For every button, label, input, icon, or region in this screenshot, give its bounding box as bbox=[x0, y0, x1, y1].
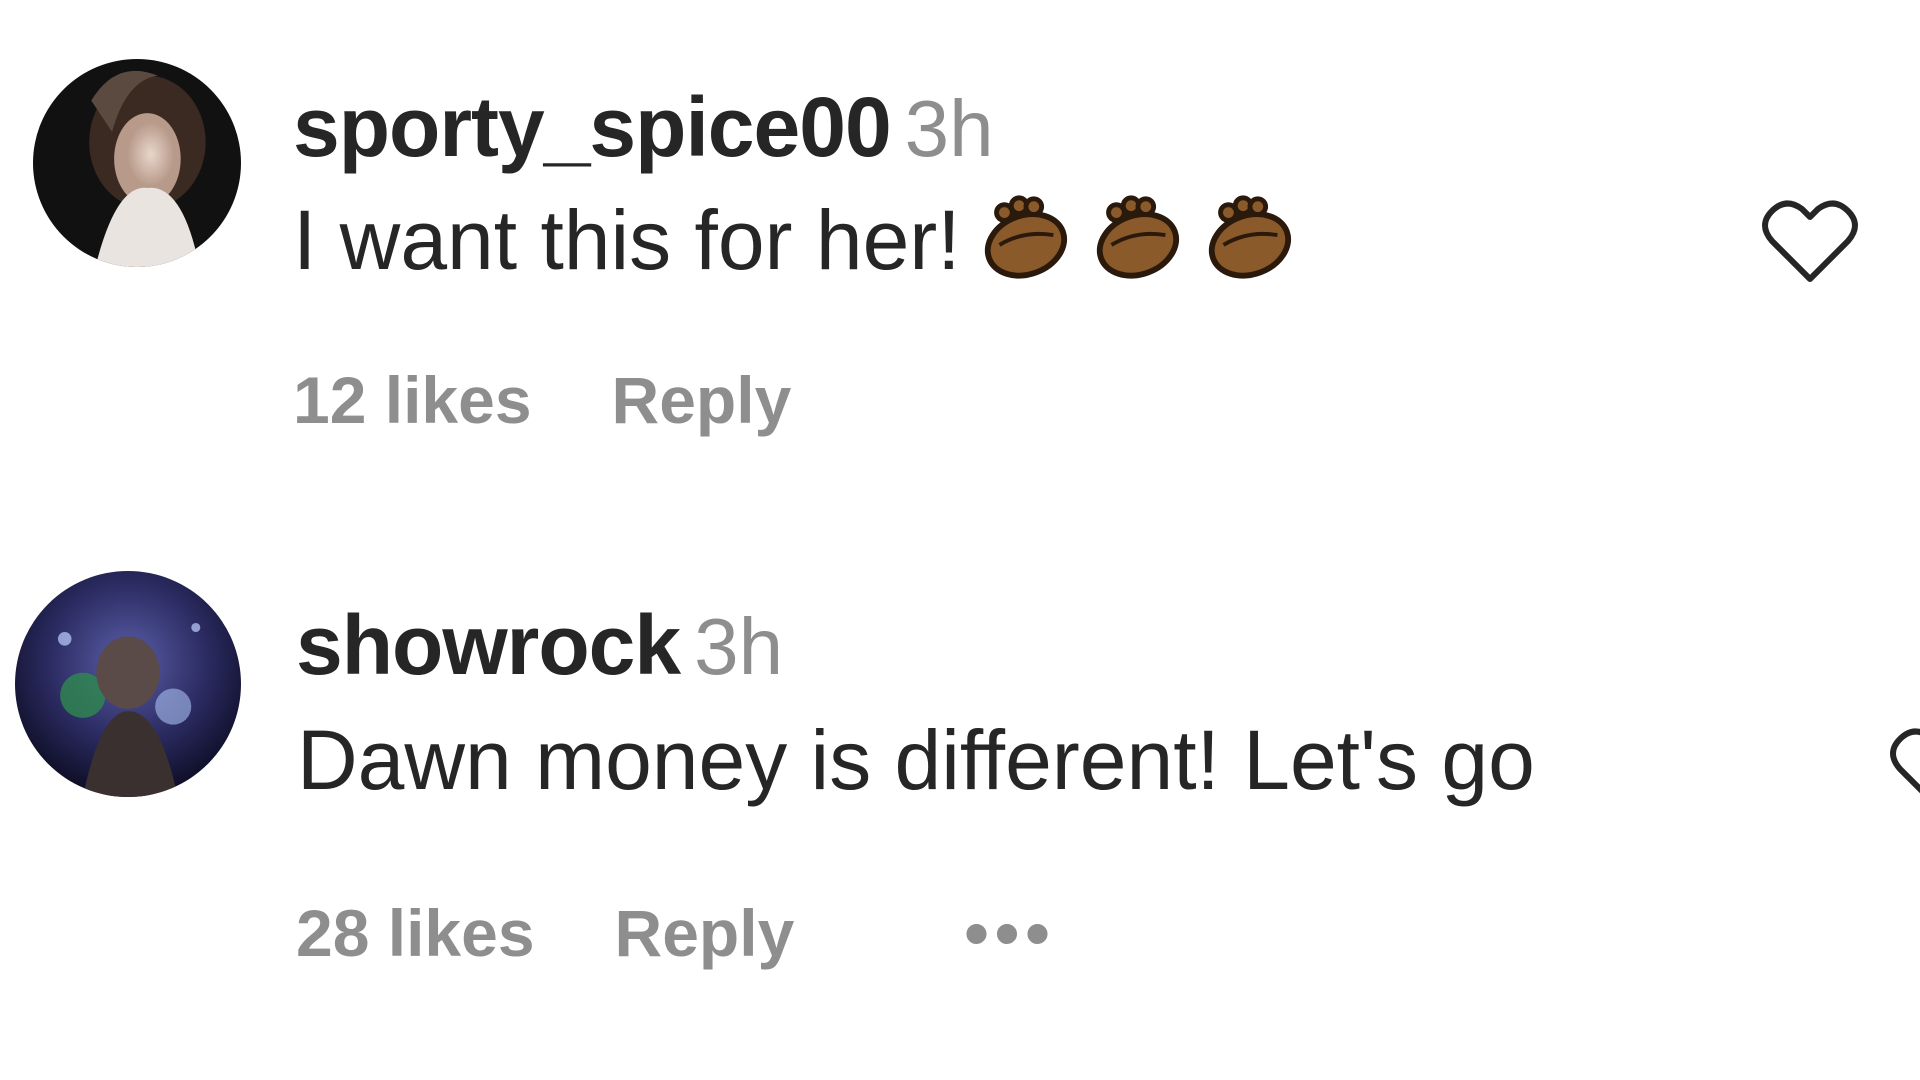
avatar[interactable] bbox=[15, 571, 241, 797]
comment-actions: 28 likes Reply ••• bbox=[296, 898, 1056, 968]
likes-count[interactable]: 12 likes bbox=[293, 367, 532, 433]
timestamp: 3h bbox=[694, 602, 784, 691]
username[interactable]: sporty_spice00 bbox=[293, 80, 892, 174]
comment-item: sporty_spice00 3h I want this for her! 1… bbox=[0, 0, 1920, 500]
clapping-hands-emoji bbox=[1199, 190, 1297, 290]
clapping-hands-emoji bbox=[1087, 190, 1185, 290]
reply-button[interactable]: Reply bbox=[612, 367, 792, 433]
more-options-icon[interactable]: ••• bbox=[964, 898, 1056, 968]
clapping-hands-emoji bbox=[975, 190, 1073, 290]
likes-count[interactable]: 28 likes bbox=[296, 900, 535, 966]
comment-item: showrock 3h Dawn money is different! Let'… bbox=[0, 540, 1920, 1080]
avatar[interactable] bbox=[33, 59, 241, 267]
comment-text: Dawn money is different! Let's go bbox=[297, 713, 1535, 807]
comment-actions: 12 likes Reply bbox=[293, 367, 791, 433]
username[interactable]: showrock bbox=[296, 598, 681, 692]
comments-list: sporty_spice00 3h I want this for her! 1… bbox=[0, 0, 1920, 1080]
reply-button[interactable]: Reply bbox=[615, 900, 795, 966]
comment-text-row: I want this for her! bbox=[293, 190, 1297, 290]
comment-text: I want this for her! bbox=[293, 193, 961, 287]
comment-header: sporty_spice00 3h bbox=[293, 85, 994, 169]
timestamp: 3h bbox=[904, 84, 994, 173]
heart-outline-icon[interactable] bbox=[1888, 723, 1920, 813]
comment-text-row: Dawn money is different! Let's go bbox=[297, 718, 1535, 802]
comment-header: showrock 3h bbox=[296, 603, 783, 687]
heart-outline-icon[interactable] bbox=[1760, 195, 1860, 285]
